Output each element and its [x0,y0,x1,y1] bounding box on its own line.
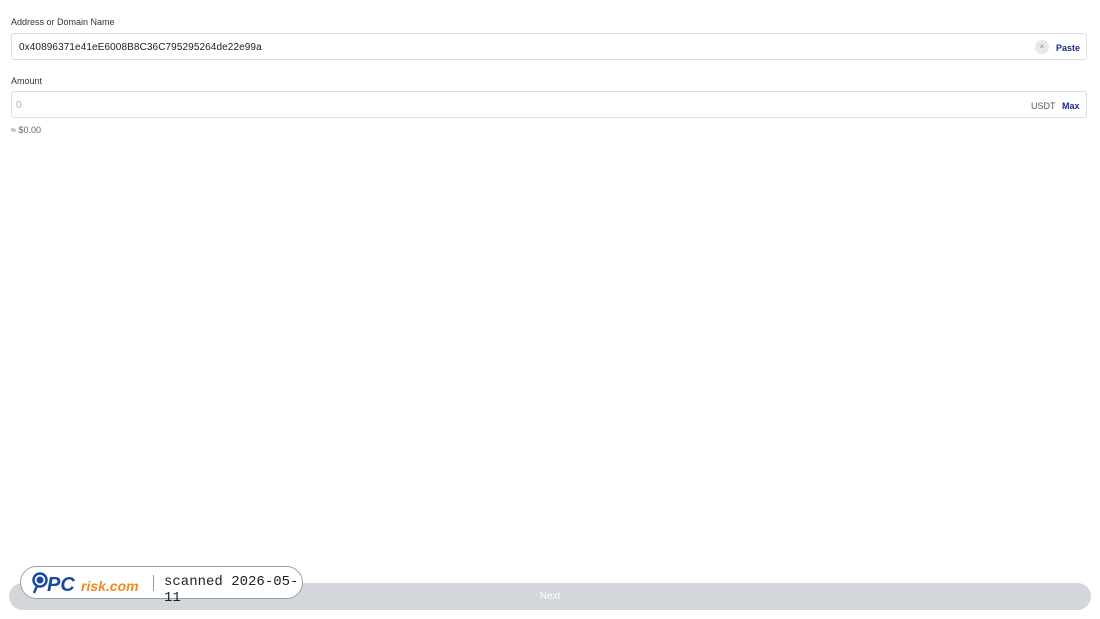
logo-pc-text: PC [47,574,75,595]
pcrisk-watermark: PC risk.com scanned 2026-05-11 [20,566,303,606]
pcrisk-logo: PC risk.com [32,572,139,595]
paste-button[interactable]: Paste [1056,43,1080,53]
currency-unit: USDT [1031,101,1056,111]
max-button[interactable]: Max [1062,101,1080,111]
amount-input[interactable] [16,98,916,112]
amount-label: Amount [11,76,43,86]
address-label: Address or Domain Name [11,17,115,27]
fiat-estimate: ≈ $0.00 [11,125,41,135]
amount-field[interactable]: USDT Max [11,91,1087,118]
clear-icon[interactable]: × [1035,40,1049,54]
scan-date-text: scanned 2026-05-11 [164,574,299,606]
address-value[interactable]: 0x40896371e41eE6008B8C36C795295264de22e9… [19,42,262,53]
logo-risk-text: risk.com [81,578,139,594]
watermark-divider [153,575,154,591]
address-field[interactable]: 0x40896371e41eE6008B8C36C795295264de22e9… [11,33,1087,60]
